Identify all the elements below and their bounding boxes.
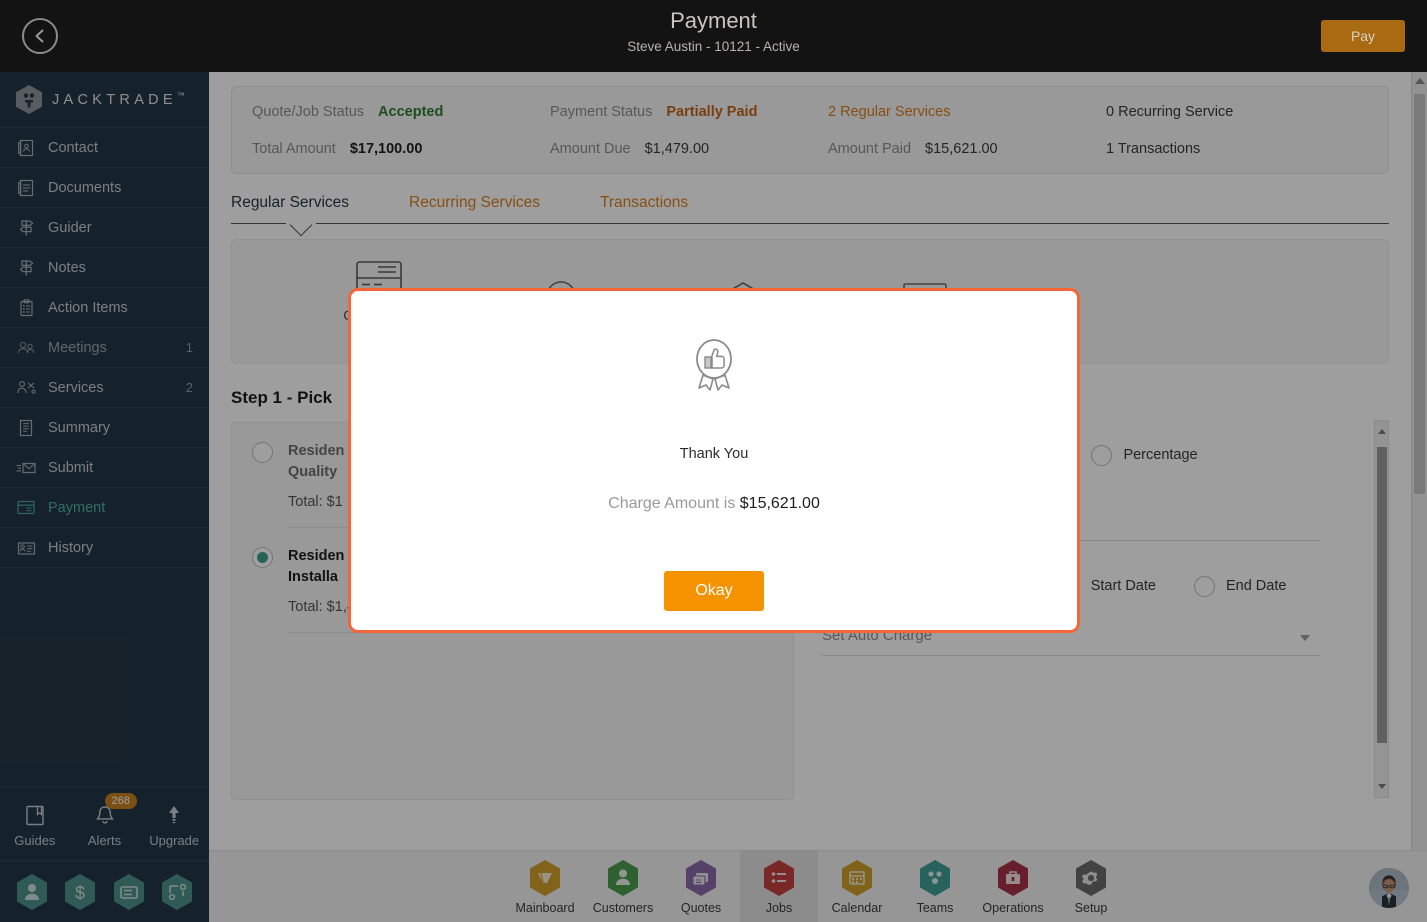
modal-charge-text: Charge Amount is $15,621.00 — [608, 495, 820, 513]
modal-charge-prefix: Charge Amount is — [608, 495, 740, 512]
thank-you-modal: Thank You Charge Amount is $15,621.00 Ok… — [348, 288, 1080, 633]
pay-button[interactable]: Pay — [1321, 20, 1405, 52]
back-button[interactable] — [22, 18, 58, 54]
chevron-left-icon — [35, 29, 44, 43]
modal-thank-you-text: Thank You — [679, 446, 749, 462]
header-titles: Payment Steve Austin - 10121 - Active — [0, 6, 1427, 57]
modal-charge-amount: $15,621.00 — [739, 495, 820, 512]
okay-button[interactable]: Okay — [664, 571, 764, 611]
top-header-bar: Payment Steve Austin - 10121 - Active Pa… — [0, 0, 1427, 72]
payment-screen: Payment Steve Austin - 10121 - Active Pa… — [0, 0, 1427, 922]
page-subtitle: Steve Austin - 10121 - Active — [627, 39, 800, 54]
thumbs-up-badge-icon — [688, 337, 740, 400]
page-title: Payment — [670, 8, 757, 33]
